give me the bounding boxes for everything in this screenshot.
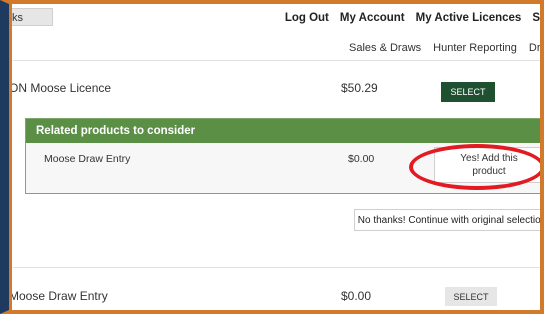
related-products-heading: Related products to consider [26, 119, 540, 143]
nav-cut-item[interactable]: S [532, 12, 540, 28]
draw-link[interactable]: Draw [529, 42, 540, 54]
tab-fragment[interactable]: ks [9, 8, 53, 26]
sales-draws-link[interactable]: Sales & Draws [349, 42, 421, 54]
licence-select-button[interactable]: SELECT [441, 82, 495, 102]
decline-button[interactable]: No thanks! Continue with original select… [354, 209, 540, 231]
draw-entry-name: Moose Draw Entry [9, 289, 108, 303]
my-account-link[interactable]: My Account [340, 12, 405, 28]
add-product-button[interactable]: Yes! Add this product [434, 147, 540, 183]
related-products-panel: Related products to consider Moose Draw … [25, 118, 540, 194]
divider [13, 60, 540, 61]
logout-link[interactable]: Log Out [285, 12, 329, 28]
related-item-name: Moose Draw Entry [44, 153, 131, 165]
related-item-price: $0.00 [348, 153, 375, 165]
licence-price: $50.29 [341, 81, 378, 95]
frame-edge [9, 0, 12, 314]
divider [13, 267, 540, 268]
sub-navigation: Sales & Draws Hunter Reporting Draw [349, 42, 540, 54]
draw-entry-select-button[interactable]: SELECT [445, 287, 497, 306]
hunter-reporting-link[interactable]: Hunter Reporting [433, 42, 517, 54]
draw-entry-price: $0.00 [341, 289, 372, 303]
screenshot-frame: ks Log Out My Account My Active Licences… [0, 0, 544, 314]
active-licences-link[interactable]: My Active Licences [416, 12, 522, 28]
top-navigation: Log Out My Account My Active Licences S [285, 12, 540, 28]
licence-name: ON Moose Licence [9, 81, 112, 95]
